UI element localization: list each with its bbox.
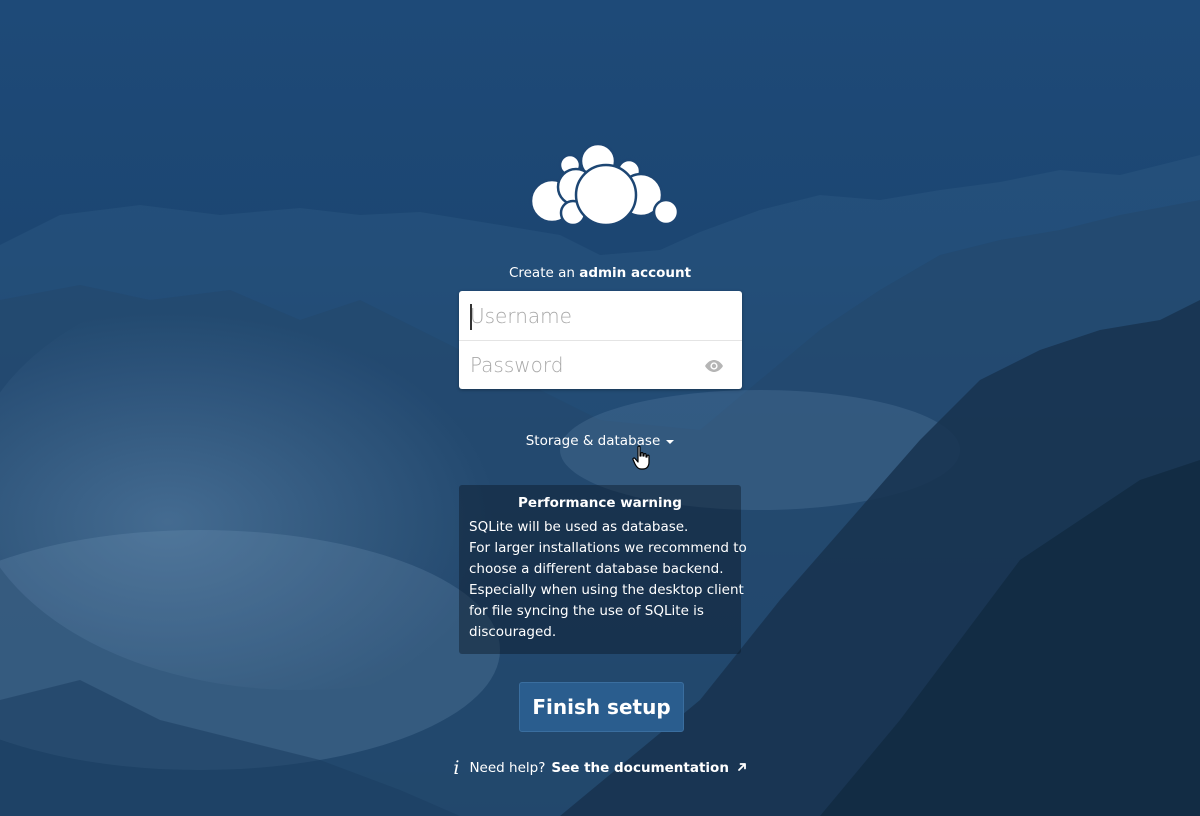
info-icon: i: [453, 757, 460, 779]
warning-line: for file syncing the use of SQLite is: [469, 603, 704, 619]
setup-page: Create an admin account Storage & databa…: [0, 0, 1200, 816]
hand-cursor-icon: [632, 445, 650, 470]
warning-line: For larger installations we recommend to: [469, 540, 747, 556]
warning-line: Especially when using the desktop client: [469, 582, 744, 598]
text-cursor: [470, 304, 472, 330]
warning-line: choose a different database backend.: [469, 561, 724, 577]
warning-title: Performance warning: [518, 495, 682, 511]
password-input[interactable]: [459, 340, 742, 389]
login-form: [459, 291, 742, 389]
caret-down-icon: [666, 439, 675, 444]
username-input[interactable]: [459, 291, 742, 340]
create-admin-heading: Create an admin account: [0, 265, 1200, 281]
heading-emphasis: admin account: [579, 265, 692, 281]
help-prefix: Need help?: [469, 760, 546, 776]
documentation-link-label: See the documentation: [551, 760, 729, 776]
documentation-link[interactable]: See the documentation: [551, 760, 746, 776]
warning-line: SQLite will be used as database.: [469, 519, 689, 535]
eye-icon[interactable]: [704, 359, 724, 373]
storage-database-toggle[interactable]: Storage & database: [0, 433, 1200, 449]
external-link-arrow-icon: [737, 763, 746, 771]
finish-setup-button[interactable]: Finish setup: [519, 682, 684, 732]
owncloud-logo: [529, 143, 680, 227]
help-row: i Need help? See the documentation: [0, 757, 1200, 779]
warning-line: discouraged.: [469, 624, 557, 640]
performance-warning: Performance warning SQLite will be used …: [459, 485, 747, 654]
heading-prefix: Create an: [508, 265, 575, 281]
